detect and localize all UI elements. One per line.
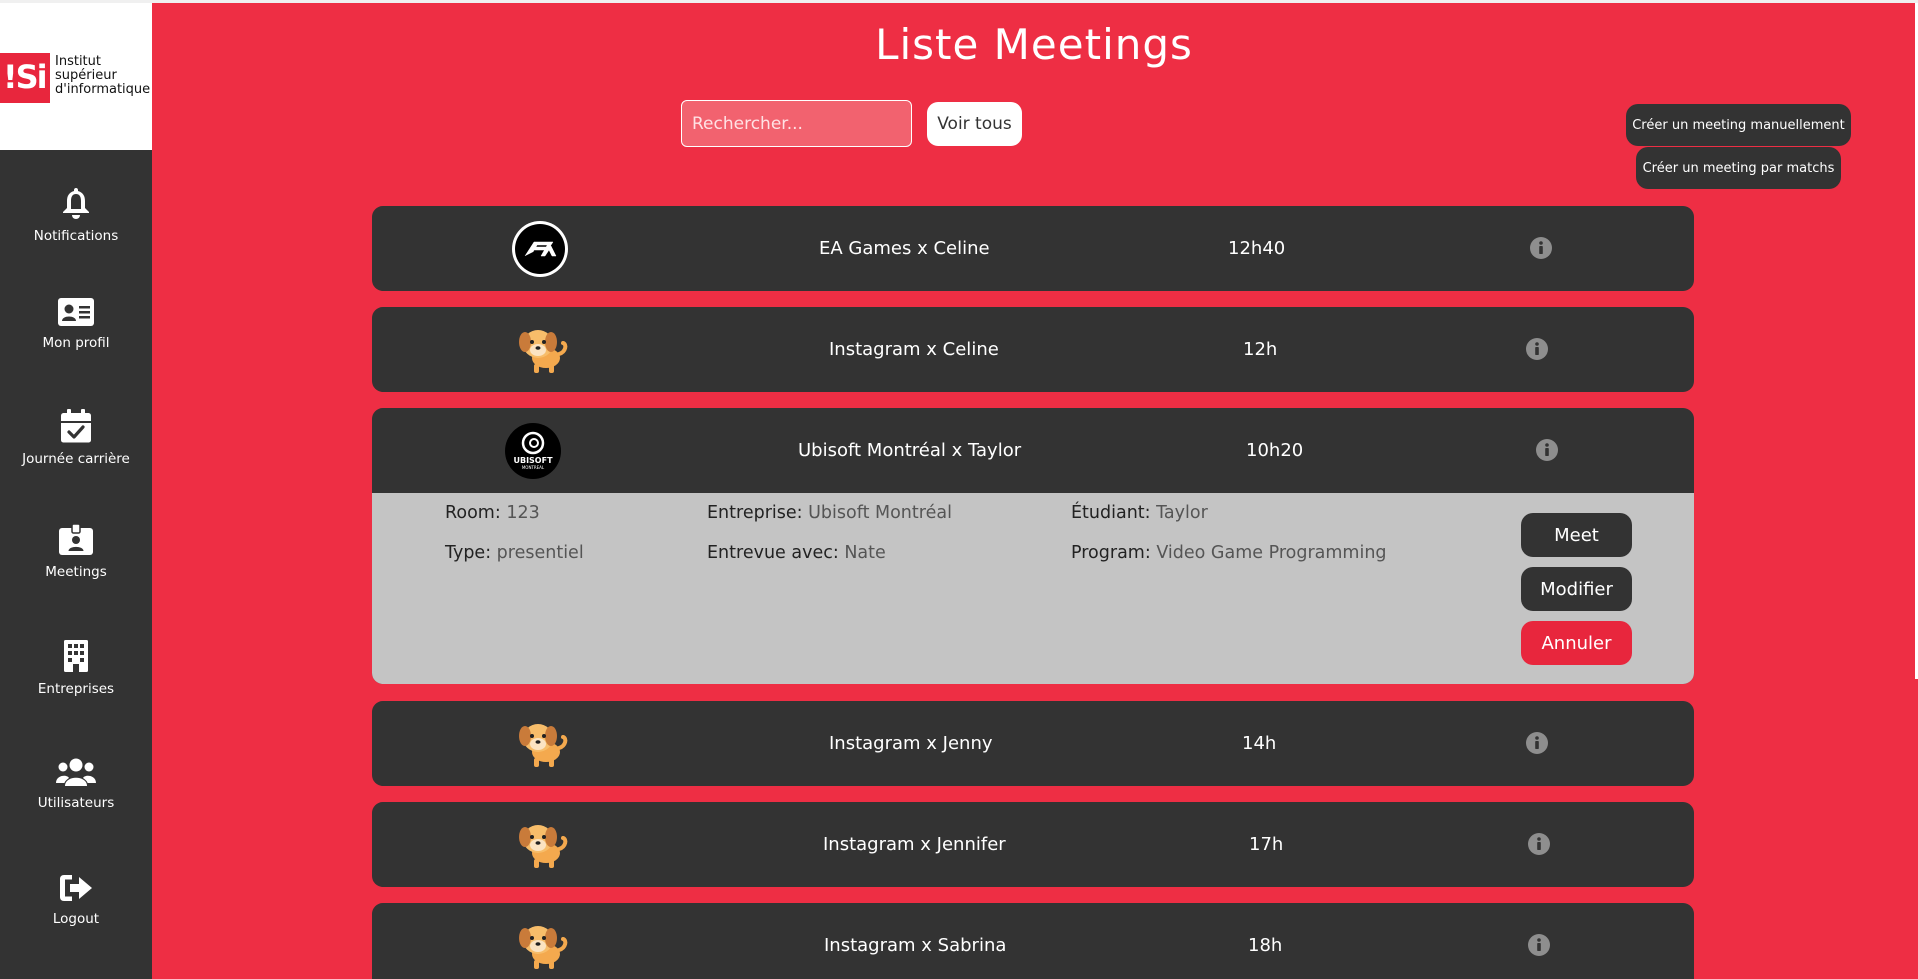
sidebar-label: Meetings <box>45 564 107 580</box>
meeting-title: EA Games x Celine <box>819 238 990 259</box>
type-field: Type: presentiel <box>445 543 584 563</box>
badge-icon <box>59 524 93 555</box>
ubisoft-logo-subtext: MONTREAL <box>522 465 545 470</box>
meeting-card[interactable]: Instagram x Jenny 14h <box>372 701 1694 786</box>
info-icon[interactable] <box>1526 732 1548 754</box>
meet-button[interactable]: Meet <box>1521 513 1632 557</box>
logo-text: Institut supérieur d'informatique <box>55 54 151 97</box>
sidebar-item-notifications[interactable]: Notifications <box>0 186 152 276</box>
meeting-row[interactable]: Instagram x Celine 12h <box>372 307 1694 392</box>
etudiant-field: Étudiant: Taylor <box>1071 503 1208 523</box>
etudiant-value: Taylor <box>1156 503 1208 523</box>
sidebar-label: Utilisateurs <box>37 795 115 811</box>
etudiant-label: Étudiant: <box>1071 503 1151 523</box>
type-label: Type: <box>445 543 492 563</box>
users-icon <box>56 758 96 786</box>
search-input[interactable] <box>681 100 912 147</box>
sidebar-item-meetings[interactable]: Meetings <box>0 524 152 614</box>
room-label: Room: <box>445 503 501 523</box>
meeting-row[interactable]: EA Games x Celine 12h40 <box>372 206 1694 291</box>
id-card-icon <box>58 298 94 326</box>
meeting-time: 14h <box>1242 733 1277 754</box>
annuler-button[interactable]: Annuler <box>1521 621 1632 665</box>
sidebar: !Si Institut supérieur d'informatique No… <box>0 3 152 979</box>
entreprise-value: Ubisoft Montréal <box>808 503 952 523</box>
sidebar-label: Entreprises <box>37 681 115 697</box>
meeting-details: Room: 123 Type: presentiel Entreprise: U… <box>372 493 1694 684</box>
meeting-title: Ubisoft Montréal x Taylor <box>798 440 1022 461</box>
info-icon[interactable] <box>1528 833 1550 855</box>
meeting-title: Instagram x Jenny <box>829 733 993 754</box>
meeting-time: 10h20 <box>1246 440 1304 461</box>
isi-logo-mark: !Si <box>0 53 50 103</box>
meeting-card-expanded[interactable]: UBISOFT MONTREAL Ubisoft Montréal x Tayl… <box>372 408 1694 684</box>
meeting-card[interactable]: Instagram x Sabrina 18h <box>372 903 1694 979</box>
sidebar-item-mon-profil[interactable]: Mon profil <box>0 297 152 387</box>
isi-logo[interactable]: !Si Institut supérieur d'informatique <box>0 3 152 150</box>
meeting-title: Instagram x Sabrina <box>824 935 1007 956</box>
sidebar-item-utilisateurs[interactable]: Utilisateurs <box>0 757 152 847</box>
info-icon[interactable] <box>1526 338 1548 360</box>
meeting-card[interactable]: Instagram x Jennifer 17h <box>372 802 1694 887</box>
sidebar-item-logout[interactable]: Logout <box>0 873 152 963</box>
meeting-title: Instagram x Celine <box>829 339 999 360</box>
sidebar-label: Journée carrière <box>22 451 130 467</box>
puppy-logo-icon <box>519 724 568 767</box>
logo-mark-text: !Si <box>3 58 48 96</box>
meeting-row[interactable]: Instagram x Jenny 14h <box>372 701 1694 786</box>
meeting-card[interactable]: EA Games x Celine 12h40 <box>372 206 1694 291</box>
ea-logo-icon <box>512 221 568 277</box>
entrevue-value: Nate <box>844 543 886 563</box>
info-icon[interactable] <box>1536 439 1558 461</box>
voir-tous-button[interactable]: Voir tous <box>927 102 1022 146</box>
meeting-row[interactable]: Instagram x Jennifer 17h <box>372 802 1694 887</box>
info-icon[interactable] <box>1530 237 1552 259</box>
entrevue-field: Entrevue avec: Nate <box>707 543 886 563</box>
create-meeting-manual-button[interactable]: Créer un meeting manuellement <box>1626 104 1851 146</box>
page-title: Liste Meetings <box>875 20 1193 69</box>
sidebar-item-entreprises[interactable]: Entreprises <box>0 639 152 729</box>
meeting-title: Instagram x Jennifer <box>823 834 1006 855</box>
type-value: presentiel <box>496 543 584 563</box>
meeting-time: 12h <box>1243 339 1278 360</box>
puppy-logo-icon <box>519 330 568 373</box>
program-value: Video Game Programming <box>1156 543 1387 563</box>
entreprise-field: Entreprise: Ubisoft Montréal <box>707 503 952 523</box>
puppy-logo-icon <box>519 926 568 969</box>
meeting-time: 17h <box>1249 834 1284 855</box>
modifier-button[interactable]: Modifier <box>1521 567 1632 611</box>
ubisoft-logo-icon: UBISOFT MONTREAL <box>505 423 561 479</box>
entreprise-label: Entreprise: <box>707 503 803 523</box>
meeting-card[interactable]: Instagram x Celine 12h <box>372 307 1694 392</box>
meeting-time: 18h <box>1248 935 1283 956</box>
meeting-row[interactable]: UBISOFT MONTREAL Ubisoft Montréal x Tayl… <box>372 408 1694 493</box>
ubisoft-logo-text: UBISOFT <box>513 456 553 465</box>
meeting-row[interactable]: Instagram x Sabrina 18h <box>372 903 1694 979</box>
program-label: Program: <box>1071 543 1151 563</box>
sidebar-item-journee-carriere[interactable]: Journée carrière <box>0 409 152 499</box>
room-value: 123 <box>506 503 540 523</box>
logout-icon <box>60 875 92 901</box>
program-field: Program: Video Game Programming <box>1071 543 1387 563</box>
sidebar-label: Logout <box>52 911 100 927</box>
sidebar-label: Notifications <box>33 228 119 244</box>
room-field: Room: 123 <box>445 503 540 523</box>
building-icon <box>64 640 88 672</box>
info-icon[interactable] <box>1528 934 1550 956</box>
bell-icon <box>63 188 89 219</box>
entrevue-label: Entrevue avec: <box>707 543 839 563</box>
puppy-logo-icon <box>519 825 568 868</box>
create-meeting-matches-button[interactable]: Créer un meeting par matchs <box>1636 147 1841 189</box>
sidebar-label: Mon profil <box>42 335 110 351</box>
calendar-check-icon <box>61 409 91 443</box>
meeting-time: 12h40 <box>1228 238 1286 259</box>
